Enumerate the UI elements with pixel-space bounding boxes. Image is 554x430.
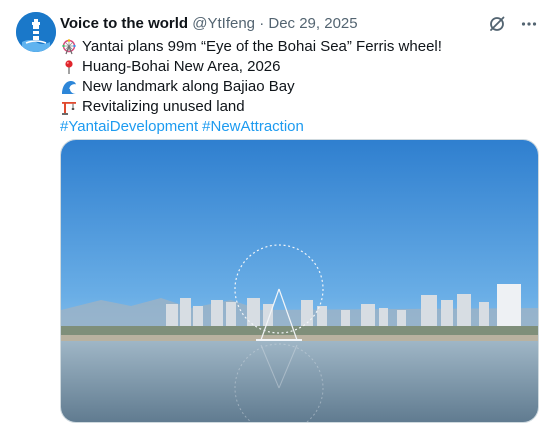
more-icon[interactable] [518, 13, 540, 35]
tweet: Voice to the world @YtIfeng · Dec 29, 20… [0, 0, 554, 430]
pin-icon [60, 58, 78, 76]
post-actions [486, 12, 540, 36]
grok-icon[interactable] [486, 13, 508, 35]
post-line-text: Yantai plans 99m “Eye of the Bohai Sea” … [82, 38, 442, 55]
post-line: Yantai plans 99m “Eye of the Bohai Sea” … [60, 37, 530, 57]
hashtag-line: #YantaiDevelopment #NewAttraction [60, 117, 530, 137]
post-line-text: Huang-Bohai New Area, 2026 [82, 58, 281, 75]
ferris-wheel-photo [61, 140, 538, 422]
post-text: Yantai plans 99m “Eye of the Bohai Sea” … [60, 37, 530, 137]
post-line: Huang-Bohai New Area, 2026 [60, 57, 530, 77]
display-name[interactable]: Voice to the world [60, 15, 188, 32]
avatar[interactable] [16, 12, 56, 52]
crane-icon [60, 98, 78, 116]
hashtag-link[interactable]: #NewAttraction [202, 117, 304, 137]
post-line: Revitalizing unused land [60, 97, 530, 117]
post-image[interactable] [60, 139, 539, 423]
post-header: Voice to the world @YtIfeng · Dec 29, 20… [60, 14, 480, 34]
separator: · [259, 15, 265, 32]
lighthouse-logo-icon [16, 12, 56, 52]
post-line: New landmark along Bajiao Bay [60, 77, 530, 97]
post-line-text: Revitalizing unused land [82, 98, 245, 115]
handle[interactable]: @YtIfeng [192, 15, 255, 32]
post-line-text: New landmark along Bajiao Bay [82, 78, 295, 95]
ferris-wheel-icon [60, 38, 78, 56]
wave-icon [60, 78, 78, 96]
post-date[interactable]: Dec 29, 2025 [268, 15, 357, 32]
hashtag-link[interactable]: #YantaiDevelopment [60, 117, 198, 137]
